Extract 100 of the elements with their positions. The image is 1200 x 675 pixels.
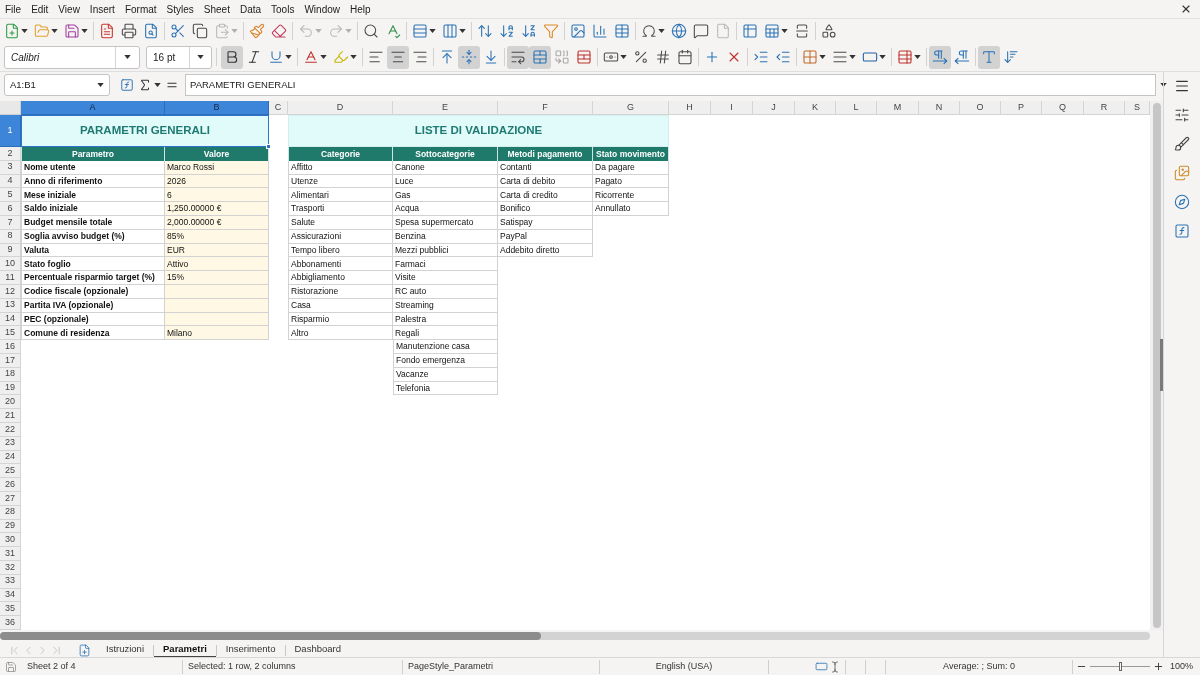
horizontal-scrollbar[interactable] <box>0 632 1150 640</box>
file-plus-icon <box>78 643 91 657</box>
column-header[interactable]: G <box>593 101 669 115</box>
caret-icon <box>96 83 104 87</box>
column-header[interactable]: D <box>288 101 393 115</box>
align-center-button[interactable] <box>387 45 409 69</box>
column-header[interactable]: B <box>165 101 269 115</box>
folder-icon <box>34 23 50 39</box>
menu-item[interactable]: Insert <box>84 0 120 18</box>
zoom-percentage: 100% <box>1169 659 1195 673</box>
column-header[interactable]: M <box>877 101 919 115</box>
formula-input-field[interactable]: PARAMETRI GENERALI <box>185 74 1156 96</box>
functions-button[interactable] <box>1174 223 1190 239</box>
column-header[interactable]: N <box>919 101 960 115</box>
bold-button[interactable] <box>221 45 243 69</box>
redo-icon <box>328 23 344 39</box>
row-header[interactable]: 31 <box>0 547 21 561</box>
wrap-text-button[interactable] <box>507 45 529 69</box>
sum-button[interactable] <box>138 78 161 92</box>
column-header[interactable]: L <box>836 101 877 115</box>
menu-item[interactable]: View <box>53 0 85 18</box>
undo-icon <box>298 23 314 39</box>
row-header[interactable]: 25 <box>0 464 21 479</box>
column-header[interactable]: P <box>1001 101 1042 115</box>
row-header[interactable]: 11 <box>0 271 21 285</box>
table-cell: Ricorrente <box>593 188 669 203</box>
row-header[interactable]: 10 <box>0 257 21 272</box>
row-header[interactable]: 26 <box>0 478 21 492</box>
column-header[interactable]: I <box>711 101 753 115</box>
caret-icon <box>781 29 788 33</box>
row-header[interactable]: 20 <box>0 395 21 410</box>
column-header[interactable]: A <box>21 101 165 115</box>
compass-icon <box>1174 194 1190 210</box>
row-header[interactable]: 6 <box>0 202 21 216</box>
speech-bubble-icon <box>693 23 709 39</box>
column-header[interactable]: R <box>1084 101 1125 115</box>
column-title-cell: Parametro <box>21 147 165 161</box>
zoom-in-button[interactable] <box>1153 661 1164 672</box>
sidebar-menu-button[interactable] <box>1174 78 1190 94</box>
text-direction-button[interactable] <box>978 45 1000 69</box>
caret-icon <box>231 29 238 33</box>
caret-icon <box>620 55 627 59</box>
row-header[interactable]: 36 <box>0 616 21 630</box>
table-cell: Gas <box>393 188 498 203</box>
name-box-field[interactable]: A1:B1 <box>4 74 110 96</box>
sheet-tab[interactable]: Istruzioni <box>97 642 153 658</box>
menu-item[interactable]: Format <box>119 0 162 18</box>
align-middle-button[interactable] <box>458 45 480 69</box>
styles-button[interactable] <box>1174 136 1190 152</box>
navigator-button[interactable] <box>1174 194 1190 210</box>
scrollbar-thumb[interactable] <box>0 632 541 640</box>
menu-item[interactable]: Sheet <box>198 0 235 18</box>
table-cell: 6 <box>165 188 269 203</box>
menu-item[interactable]: Styles <box>161 0 199 18</box>
merge-center-button[interactable] <box>529 45 551 69</box>
caret-icon <box>21 29 28 33</box>
row-header[interactable]: 16 <box>0 340 21 354</box>
column-header[interactable]: J <box>753 101 795 115</box>
function-wizard-button[interactable] <box>120 78 134 92</box>
column-header[interactable]: H <box>669 101 711 115</box>
align-center-icon <box>390 49 406 65</box>
menu-item[interactable]: Edit <box>26 0 54 18</box>
sidebar-handle[interactable] <box>1160 339 1163 391</box>
merge-cells-icon <box>532 49 548 65</box>
row-header[interactable]: 15 <box>0 326 21 341</box>
column-header[interactable]: S <box>1125 101 1150 115</box>
vertical-scrollbar[interactable] <box>1152 103 1161 628</box>
font-name-field[interactable]: Calibri <box>4 45 140 69</box>
letter-t-icon <box>981 49 997 65</box>
row-header[interactable]: 2 <box>0 147 21 161</box>
table-title: PARAMETRI GENERALI <box>79 123 211 139</box>
row-header[interactable]: 1 <box>0 115 21 147</box>
properties-button[interactable] <box>1174 107 1190 123</box>
row-header[interactable]: 35 <box>0 602 21 617</box>
expand-formula-button[interactable] <box>1160 83 1167 87</box>
column-header[interactable]: O <box>960 101 1001 115</box>
column-header[interactable]: F <box>498 101 593 115</box>
highlighter-icon <box>333 49 349 65</box>
column-header[interactable]: E <box>393 101 498 115</box>
menu-item[interactable]: Window <box>299 0 345 18</box>
slider-thumb[interactable] <box>1118 662 1122 671</box>
row-header[interactable]: 21 <box>0 409 21 423</box>
fill-handle[interactable] <box>266 144 271 149</box>
sheet-tab[interactable]: Dashboard <box>285 642 350 658</box>
caret-icon <box>819 55 826 59</box>
font-size-field[interactable]: 16 pt <box>146 45 212 69</box>
menu-item[interactable]: Help <box>345 0 376 18</box>
gallery-button[interactable] <box>1174 165 1190 181</box>
column-header[interactable]: C <box>269 101 288 115</box>
column-header[interactable]: Q <box>1042 101 1084 115</box>
menu-item[interactable]: Tools <box>266 0 300 18</box>
sheet-tab[interactable]: Inserimento <box>216 642 285 658</box>
left-to-right-button[interactable] <box>929 45 951 69</box>
column-header[interactable]: K <box>795 101 836 115</box>
close-document-button[interactable] <box>1180 3 1192 15</box>
row-header[interactable]: 5 <box>0 188 21 203</box>
menu-item[interactable]: Data <box>234 0 267 18</box>
row-header[interactable]: 30 <box>0 533 21 548</box>
menu-item[interactable]: File <box>0 0 27 18</box>
add-sheet-button[interactable] <box>78 643 91 657</box>
